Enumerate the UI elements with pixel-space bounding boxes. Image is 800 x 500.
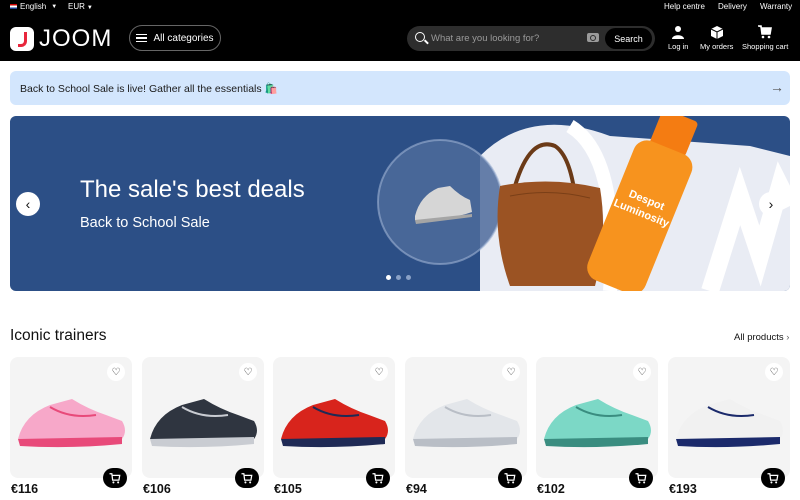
main-header: JOOM All categories Search Log in My ord… <box>0 14 800 61</box>
add-to-cart-button[interactable] <box>366 468 390 488</box>
user-icon <box>672 26 685 39</box>
currency-label: EUR <box>68 2 85 11</box>
heart-icon: ♡ <box>111 366 121 378</box>
cart-plus-icon <box>767 472 779 483</box>
chevron-right-icon: › <box>768 196 774 212</box>
logo-text: JOOM <box>39 25 113 52</box>
cart-plus-icon <box>372 472 384 483</box>
heart-icon: ♡ <box>243 366 253 378</box>
carousel-next-button[interactable]: › <box>759 192 783 216</box>
favorite-button[interactable]: ♡ <box>239 363 257 381</box>
hero-subtitle: Back to School Sale <box>80 215 210 231</box>
product-price: €116 <box>11 482 39 496</box>
hero-title: The sale's best deals <box>80 176 305 203</box>
all-products-link[interactable]: All products › <box>734 332 789 343</box>
carousel-dot[interactable] <box>386 275 391 280</box>
heart-icon: ♡ <box>637 366 647 378</box>
joom-logo[interactable]: JOOM <box>10 25 112 53</box>
carousel-dots <box>386 275 411 280</box>
cart-plus-icon <box>635 472 647 483</box>
chevron-down-icon: ▼ <box>86 5 93 11</box>
heart-icon: ♡ <box>506 366 516 378</box>
cart-plus-icon <box>504 472 516 483</box>
product-price: €106 <box>143 482 171 496</box>
language-selector[interactable]: English ▼ <box>10 2 57 11</box>
logo-mark-icon <box>10 27 34 51</box>
carousel-prev-button[interactable]: ‹ <box>16 192 40 216</box>
favorite-button[interactable]: ♡ <box>107 363 125 381</box>
favorite-button[interactable]: ♡ <box>633 363 651 381</box>
flag-icon <box>10 4 17 9</box>
search-bar: Search <box>407 26 655 51</box>
camera-icon[interactable] <box>587 33 599 42</box>
delivery-link[interactable]: Delivery <box>718 2 747 11</box>
menu-icon <box>136 34 148 42</box>
add-to-cart-button[interactable] <box>629 468 653 488</box>
login-button[interactable]: Log in <box>668 25 688 51</box>
product-price: €102 <box>537 482 565 496</box>
add-to-cart-button[interactable] <box>235 468 259 488</box>
heart-icon: ♡ <box>769 366 779 378</box>
box-icon <box>710 26 723 39</box>
add-to-cart-button[interactable] <box>761 468 785 488</box>
chevron-right-icon: › <box>786 332 790 343</box>
carousel-dot[interactable] <box>396 275 401 280</box>
carousel-dot[interactable] <box>406 275 411 280</box>
help-centre-link[interactable]: Help centre <box>664 2 705 11</box>
language-label: English <box>20 2 47 11</box>
chevron-left-icon: ‹ <box>25 196 31 212</box>
promo-banner[interactable]: Back to School Sale is live! Gather all … <box>10 71 790 105</box>
add-to-cart-button[interactable] <box>498 468 522 488</box>
all-products-label: All products <box>734 332 784 343</box>
cart-plus-icon <box>241 472 253 483</box>
favorite-button[interactable]: ♡ <box>370 363 388 381</box>
section-title: Iconic trainers <box>10 327 107 344</box>
my-orders-button[interactable]: My orders <box>700 25 733 51</box>
all-categories-label: All categories <box>153 32 214 44</box>
favorite-button[interactable]: ♡ <box>502 363 520 381</box>
my-orders-label: My orders <box>700 42 734 51</box>
top-utility-bar: English ▼ EUR ▼ Help centre Delivery Warr… <box>0 0 800 14</box>
product-price: €193 <box>669 482 697 496</box>
favorite-button[interactable]: ♡ <box>765 363 783 381</box>
add-to-cart-button[interactable] <box>103 468 127 488</box>
hero-banner[interactable]: Despot Luminosity The sale's best deals … <box>10 116 790 291</box>
chevron-down-icon: ▼ <box>51 3 58 10</box>
shopping-cart-button[interactable]: Shopping cart <box>742 25 788 51</box>
product-price: €105 <box>274 482 302 496</box>
currency-selector[interactable]: EUR ▼ <box>68 2 93 11</box>
shopping-cart-label: Shopping cart <box>742 42 789 51</box>
warranty-link[interactable]: Warranty <box>760 2 792 11</box>
product-price: €94 <box>406 482 427 496</box>
search-icon <box>415 32 425 42</box>
product-carousel: ♡ €116 ♡ €106 ♡ €105 ♡ €94 ♡ €102 ♡ €193 <box>10 357 790 500</box>
arrow-right-icon: → <box>770 79 784 95</box>
cart-icon <box>758 25 773 39</box>
all-categories-button[interactable]: All categories <box>129 25 221 51</box>
cart-plus-icon <box>109 472 121 483</box>
heart-icon: ♡ <box>374 366 384 378</box>
login-label: Log in <box>668 42 689 51</box>
search-button[interactable]: Search <box>605 28 652 49</box>
promo-text: Back to School Sale is live! Gather all … <box>20 83 278 95</box>
search-input[interactable] <box>431 29 581 48</box>
